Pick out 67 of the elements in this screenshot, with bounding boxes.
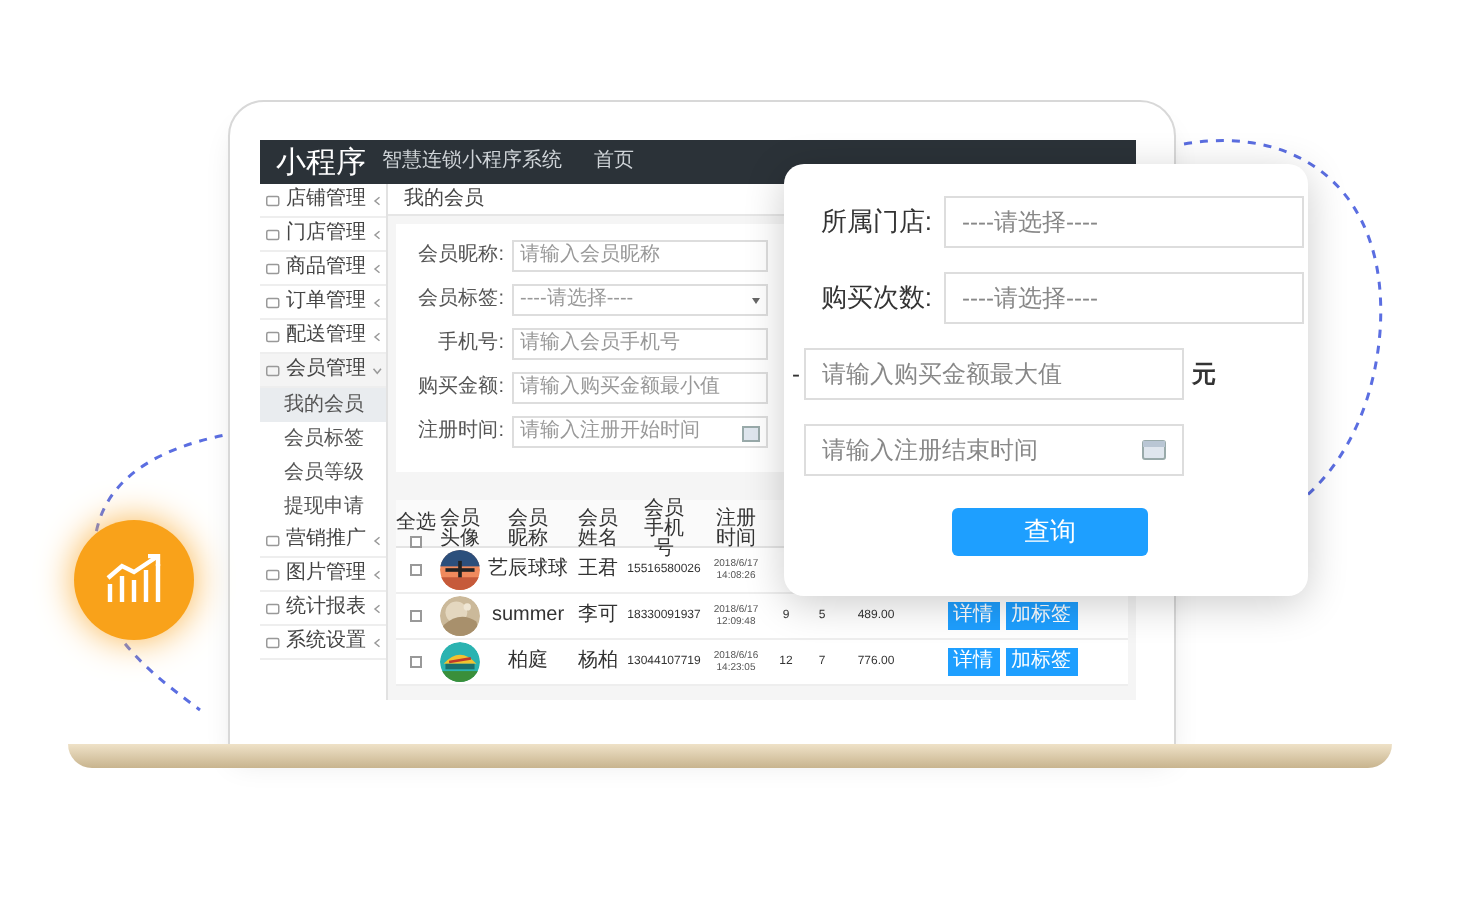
sidebar-item[interactable]: 统计报表 [260, 592, 386, 626]
sidebar-subitem[interactable]: 我的会员 [260, 388, 386, 422]
app-logo: 小程序 [276, 147, 366, 177]
column-header: 会员昵称 [508, 510, 548, 550]
chevron-left-icon [371, 533, 382, 547]
chevron-left-icon [371, 295, 382, 309]
table-cell-text: 李可 [576, 606, 620, 626]
unit-label: 元 [1192, 358, 1216, 392]
chevron-left-icon [371, 261, 382, 275]
box-icon [266, 599, 280, 617]
column-header: 会员头像 [440, 510, 480, 550]
field-label: 购买金额: [416, 378, 504, 398]
box-icon [266, 225, 280, 243]
select-field[interactable]: ----请选择---- [944, 196, 1304, 248]
box-icon [266, 327, 280, 345]
sidebar-item[interactable]: 图片管理 [260, 558, 386, 592]
field-label: 会员标签: [416, 290, 504, 310]
input-field[interactable]: 请输入购买金额最大值 [804, 348, 1184, 400]
column-header: 全选 [396, 513, 436, 533]
table-cell-text: 杨柏 [576, 652, 620, 672]
breadcrumb: 我的会员 [404, 189, 484, 209]
sidebar-item[interactable]: 营销推广 [260, 524, 386, 558]
box-icon [266, 361, 280, 379]
field-label: 会员昵称: [416, 246, 504, 266]
table-cell-text: 王君 [576, 560, 620, 580]
chevron-left-icon [371, 601, 382, 615]
field-label: 注册时间: [416, 422, 504, 442]
calendar-icon [742, 423, 760, 441]
caret-icon [752, 297, 760, 303]
app-subtitle: 智慧连锁小程序系统 [382, 152, 562, 172]
chevron-left-icon [371, 567, 382, 581]
chevron-left-icon [371, 227, 382, 241]
chevron-left-icon [371, 193, 382, 207]
sidebar-item[interactable]: 会员管理 [260, 354, 386, 388]
checkbox[interactable] [410, 656, 422, 668]
sidebar-item[interactable]: 系统设置 [260, 626, 386, 660]
select-field[interactable]: ----请选择---- [944, 272, 1304, 324]
sidebar-item[interactable]: 订单管理 [260, 286, 386, 320]
sidebar-item[interactable]: 门店管理 [260, 218, 386, 252]
dash-text: - [792, 358, 802, 392]
checkbox[interactable] [410, 610, 422, 622]
box-icon [266, 531, 280, 549]
chevron-left-icon [371, 329, 382, 343]
sidebar-item[interactable]: 商品管理 [260, 252, 386, 286]
field-label: 所属门店: [818, 204, 934, 241]
sidebar-item[interactable]: 店铺管理 [260, 184, 386, 218]
field-label: 手机号: [436, 334, 504, 354]
chart-icon [104, 554, 164, 606]
column-header: 注册时间 [716, 510, 756, 550]
box-icon [266, 633, 280, 651]
box-icon [266, 191, 280, 209]
column-header: 会员姓名 [578, 510, 618, 550]
table-cell-text: 艺辰球球 [486, 560, 570, 580]
table-cell-text: summer [489, 606, 567, 626]
date-field[interactable]: 请输入注册结束时间 [804, 424, 1184, 476]
checkbox[interactable] [410, 564, 422, 576]
table-cell-text: 柏庭 [506, 652, 550, 672]
calendar-icon [1142, 438, 1166, 462]
box-icon [266, 293, 280, 311]
box-icon [266, 259, 280, 277]
column-header: 会员手机号 [644, 500, 684, 560]
chevron-left-icon [371, 635, 382, 649]
home-link[interactable]: 首页 [594, 152, 634, 172]
chevron-down-icon [371, 363, 382, 377]
checkbox[interactable] [410, 535, 422, 547]
field-label: 购买次数: [818, 280, 934, 317]
box-icon [266, 565, 280, 583]
